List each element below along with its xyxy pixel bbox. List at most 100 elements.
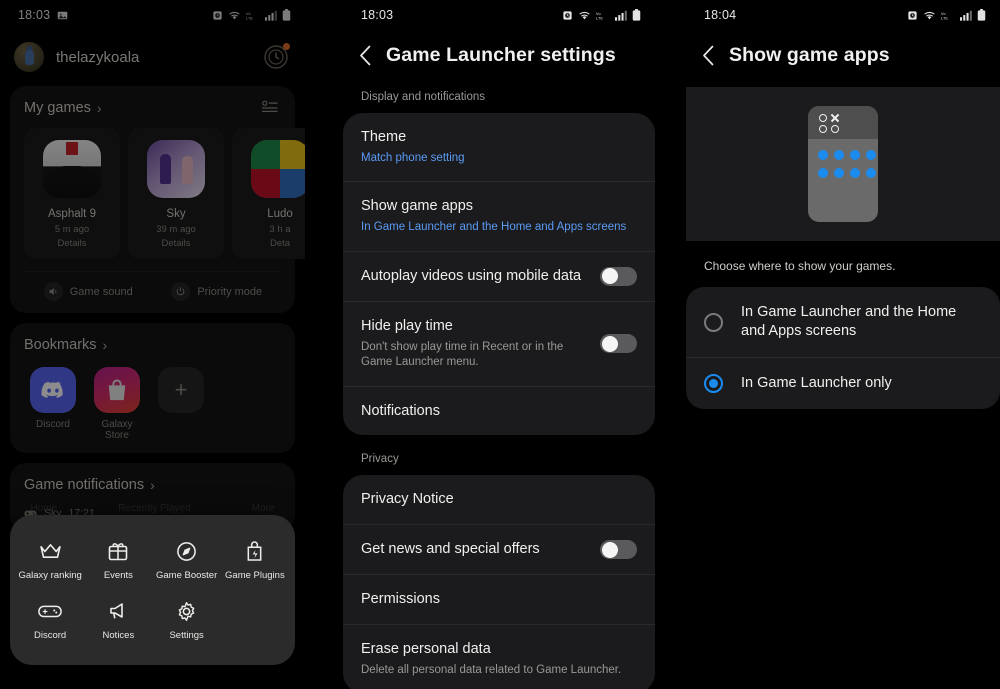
wifi-icon [578, 10, 591, 21]
game-notifications-title: Game notifications [24, 477, 145, 493]
show-game-apps-panel: 18:04 Vo LTE Show game apps Choose where… [686, 0, 1000, 689]
svg-text:Vo: Vo [941, 11, 946, 15]
setting-subtitle: In Game Launcher and the Home and Apps s… [361, 221, 627, 234]
sky-icon [147, 140, 205, 198]
power-icon [171, 282, 191, 301]
game-details-link[interactable]: Details [30, 238, 114, 249]
setting-row-show-game-apps[interactable]: Show game apps In Game Launcher and the … [343, 181, 655, 250]
signal-icon [960, 10, 972, 21]
galaxy-store-icon [94, 367, 140, 413]
bottom-nav-more[interactable]: More [252, 503, 275, 514]
volte-icon: Vo LTE [941, 10, 955, 21]
my-games-header[interactable]: My games › [24, 100, 281, 116]
status-time: 18:03 [18, 8, 51, 22]
setting-subtitle: Match phone setting [361, 151, 465, 164]
menu-item-notices[interactable]: Notices [84, 591, 152, 651]
option-row-launcher-home-apps[interactable]: In Game Launcher and the Home and Apps s… [686, 287, 1000, 357]
game-tile[interactable]: Sky 39 m ago Details [128, 128, 224, 259]
option-row-launcher-only[interactable]: In Game Launcher only [686, 357, 1000, 409]
game-details-link[interactable]: Deta [238, 238, 305, 249]
setting-row-news-offers[interactable]: Get news and special offers [343, 524, 655, 574]
ox-glyphs [819, 114, 878, 133]
bookmark-item-discord[interactable]: Discord [28, 367, 78, 441]
bookmark-item-galaxy-store[interactable]: Galaxy Store [92, 367, 142, 441]
menu-item-discord[interactable]: Discord [16, 591, 84, 651]
back-chevron-icon[interactable] [359, 45, 372, 66]
volte-icon: Vo LTE [596, 10, 610, 21]
game-details-link[interactable]: Details [134, 238, 218, 249]
priority-mode-button[interactable]: Priority mode [153, 282, 282, 301]
bookmarks-list: Discord Galaxy Store + [24, 367, 281, 441]
setting-row-privacy-notice[interactable]: Privacy Notice [343, 475, 655, 524]
game-tile[interactable]: Asphalt 9 5 m ago Details [24, 128, 120, 259]
options-group: In Game Launcher and the Home and Apps s… [686, 287, 1000, 410]
image-icon [57, 10, 68, 21]
bottom-nav-home[interactable]: Home [31, 503, 58, 514]
chevron-right-icon: › [150, 477, 155, 493]
menu-item-label: Game Booster [156, 570, 218, 581]
menu-item-events[interactable]: Events [84, 531, 152, 591]
gift-icon [86, 539, 150, 563]
game-tile[interactable]: Ludo 3 h a Deta [232, 128, 305, 259]
setting-row-theme[interactable]: Theme Match phone setting [343, 113, 655, 181]
bookmark-item-add[interactable]: + [156, 367, 206, 441]
my-games-card: My games › Asphalt 9 5 m ago Details Sky… [10, 86, 305, 313]
settings-header: Game Launcher settings [343, 30, 655, 87]
menu-item-galaxy-ranking[interactable]: Galaxy ranking [16, 531, 84, 591]
setting-row-erase-personal-data[interactable]: Erase personal data Delete all personal … [343, 624, 655, 689]
setting-row-permissions[interactable]: Permissions [343, 574, 655, 624]
status-bar: 18:04 Vo LTE [686, 0, 1000, 30]
option-label: In Game Launcher and the Home and Apps s… [741, 304, 957, 340]
radio-button-selected[interactable] [704, 374, 723, 394]
menu-item-label: Notices [102, 630, 135, 641]
volte-icon: Vo LTE [246, 10, 260, 21]
chevron-right-icon: › [96, 100, 102, 116]
battery-icon [282, 9, 291, 21]
setting-row-hide-play-time[interactable]: Hide play time Don't show play time in R… [343, 300, 655, 386]
radio-button[interactable] [704, 312, 723, 332]
setting-title: Permissions [361, 591, 440, 608]
setting-row-notifications[interactable]: Notifications [343, 385, 655, 436]
page-title: Game Launcher settings [386, 44, 616, 66]
game-name: Sky [166, 208, 186, 220]
username-label: thelazykoala [56, 48, 140, 66]
setting-title: Get news and special offers [361, 541, 540, 558]
status-time: 18:04 [704, 8, 737, 22]
profile-user[interactable]: thelazykoala [14, 42, 139, 72]
game-notifications-header[interactable]: Game notifications › [24, 477, 281, 493]
bottom-nav-recently-played[interactable]: Recently Played [118, 503, 190, 514]
status-bar: 18:03 Vo LTE [0, 0, 305, 30]
menu-item-game-booster[interactable]: Game Booster [153, 531, 221, 591]
chevron-right-icon: › [102, 337, 108, 353]
booster-icon [155, 539, 219, 563]
my-games-tiles: Asphalt 9 5 m ago Details Sky 39 m ago D… [24, 128, 305, 259]
menu-item-settings[interactable]: Settings [153, 591, 221, 651]
autoplay-videos-toggle[interactable] [600, 266, 637, 286]
settings-group-privacy: Privacy Notice Get news and special offe… [343, 475, 655, 689]
game-name: Asphalt 9 [48, 208, 96, 220]
app-dots-grid [808, 139, 878, 178]
avatar[interactable] [14, 42, 44, 72]
menu-item-label: Discord [34, 630, 67, 641]
menu-item-game-plugins[interactable]: Game Plugins [221, 531, 289, 591]
gamepad-icon [18, 599, 82, 623]
speaker-icon [43, 282, 63, 301]
menu-item-label: Events [103, 570, 133, 581]
bookmarks-header[interactable]: Bookmarks › [24, 337, 281, 353]
sort-list-icon[interactable] [262, 100, 279, 114]
game-sound-button[interactable]: Game sound [24, 282, 153, 301]
hide-play-time-toggle[interactable] [600, 334, 637, 354]
news-offers-toggle[interactable] [600, 540, 637, 560]
back-chevron-icon[interactable] [702, 45, 715, 66]
setting-subtitle: Delete all personal data related to Game… [361, 663, 622, 676]
alarm-icon [907, 10, 918, 21]
wifi-icon [228, 10, 241, 21]
setting-row-autoplay-videos[interactable]: Autoplay videos using mobile data [343, 250, 655, 301]
svg-text:Vo: Vo [596, 11, 601, 15]
game-name: Ludo [267, 208, 293, 220]
game-time: 5 m ago [54, 224, 90, 235]
battery-icon [632, 9, 641, 21]
panel-gap [655, 0, 686, 689]
my-games-title: My games [24, 100, 91, 116]
play-time-icon[interactable] [263, 43, 290, 70]
